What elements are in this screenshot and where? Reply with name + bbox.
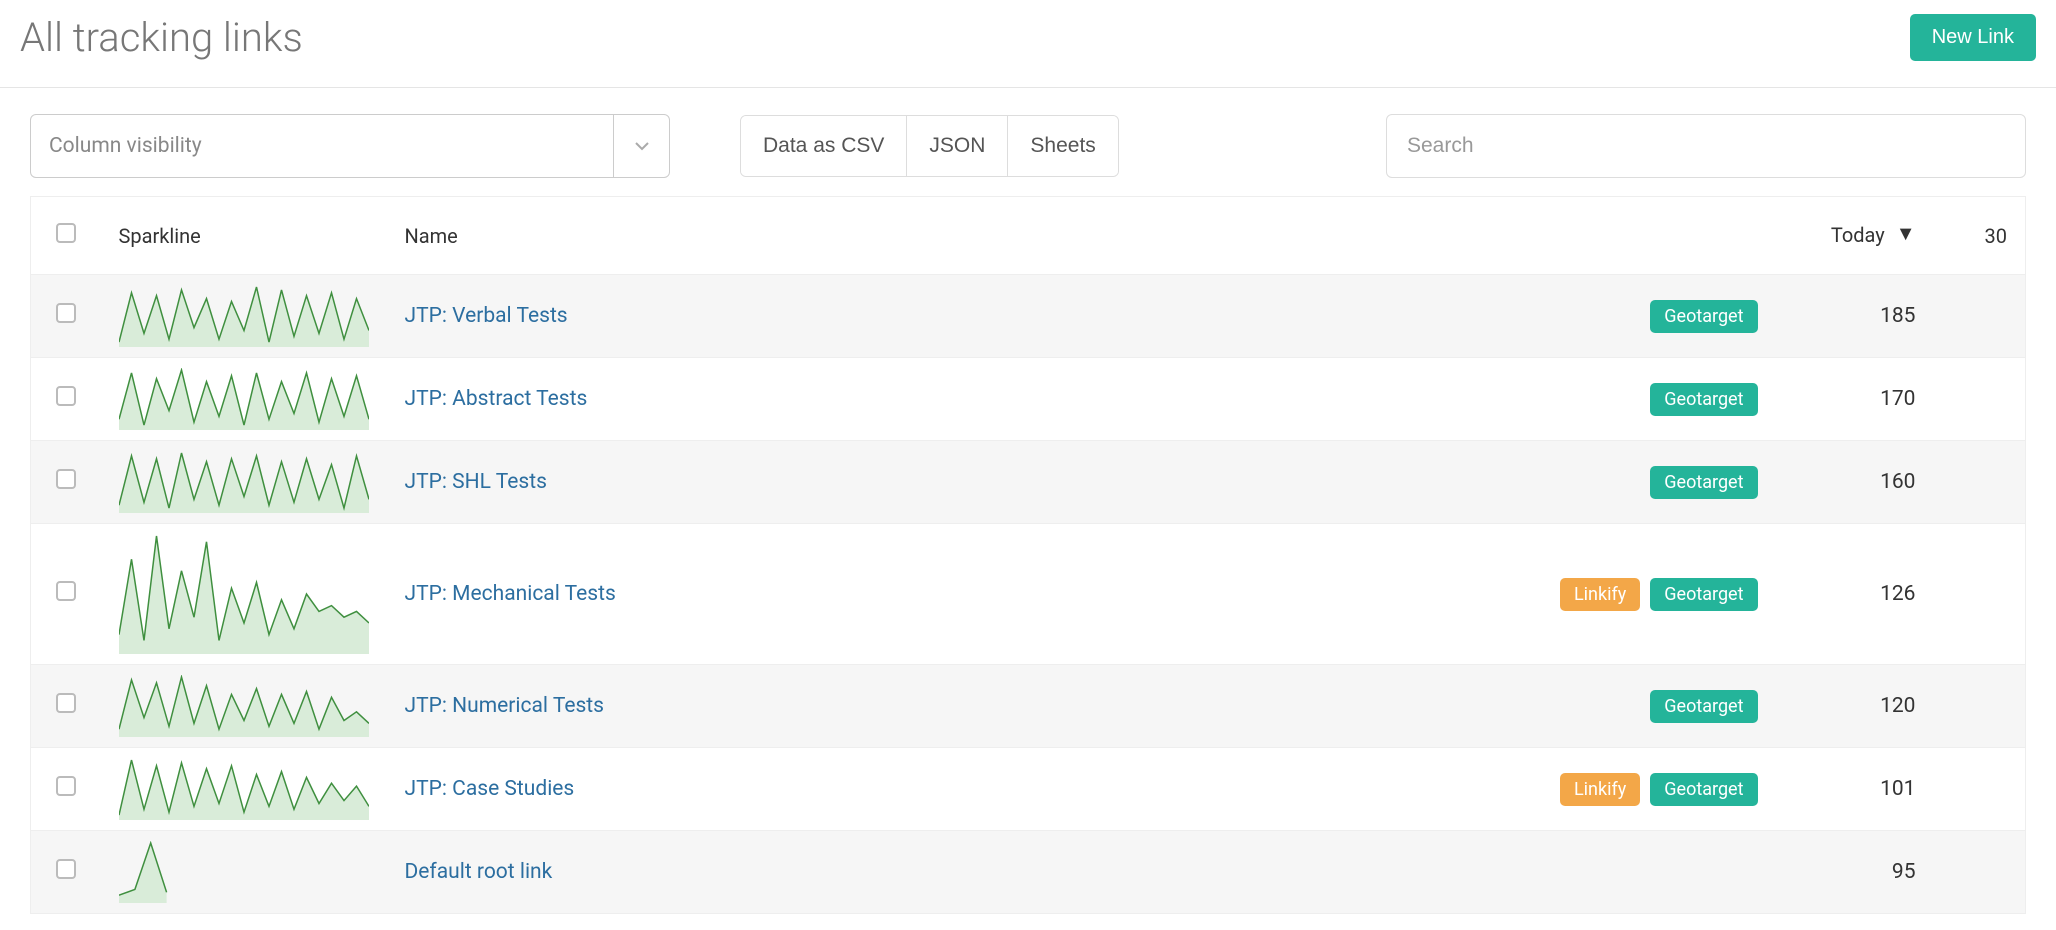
row-checkbox[interactable] <box>56 386 76 406</box>
row-checkbox-cell <box>31 748 101 831</box>
link-name[interactable]: JTP: Case Studies <box>405 777 575 801</box>
column-header-today-label: Today <box>1831 223 1885 247</box>
table-row: JTP: Case Studies Linkify Geotarget 101 <box>31 748 2026 831</box>
link-name[interactable]: JTP: Verbal Tests <box>405 304 568 328</box>
select-all-checkbox[interactable] <box>56 223 76 243</box>
row-checkbox-cell <box>31 524 101 665</box>
row-sparkline-cell <box>101 665 387 748</box>
geotarget-tag[interactable]: Geotarget <box>1650 773 1757 806</box>
sparkline-chart <box>119 841 369 903</box>
row-checkbox-cell <box>31 441 101 524</box>
row-checkbox[interactable] <box>56 693 76 713</box>
geotarget-tag[interactable]: Geotarget <box>1650 690 1757 723</box>
column-header-name[interactable]: Name <box>387 197 1526 275</box>
export-json-button[interactable]: JSON <box>907 116 1008 176</box>
row-checkbox[interactable] <box>56 303 76 323</box>
table-row: Default root link 95 <box>31 831 2026 914</box>
link-name[interactable]: JTP: Mechanical Tests <box>405 582 616 606</box>
row-sparkline-cell <box>101 441 387 524</box>
sparkline-chart <box>119 675 369 737</box>
row-checkbox-cell <box>31 275 101 358</box>
column-visibility-dropdown[interactable]: Column visibility <box>30 114 670 178</box>
sparkline-chart <box>119 534 369 654</box>
tracking-links-table: Sparkline Name Today ▼ 30 JTP: Verbal Te… <box>30 196 2026 914</box>
row-today-value: 101 <box>1776 748 1956 831</box>
row-today-value: 170 <box>1776 358 1956 441</box>
column-header-today[interactable]: Today ▼ <box>1776 197 1956 275</box>
row-checkbox[interactable] <box>56 859 76 879</box>
table-row: JTP: Abstract Tests Geotarget 170 <box>31 358 2026 441</box>
row-checkbox[interactable] <box>56 776 76 796</box>
row-tags-cell: Geotarget <box>1526 275 1776 358</box>
row-today-value: 185 <box>1776 275 1956 358</box>
row-30-value <box>1956 358 2026 441</box>
export-button-group: Data as CSV JSON Sheets <box>740 115 1119 177</box>
sort-desc-icon: ▼ <box>1896 221 1916 246</box>
export-sheets-button[interactable]: Sheets <box>1008 116 1117 176</box>
row-today-value: 126 <box>1776 524 1956 665</box>
row-sparkline-cell <box>101 524 387 665</box>
link-name[interactable]: JTP: Numerical Tests <box>405 694 605 718</box>
row-today-value: 95 <box>1776 831 1956 914</box>
sparkline-chart <box>119 285 369 347</box>
row-30-value <box>1956 441 2026 524</box>
row-checkbox[interactable] <box>56 469 76 489</box>
row-checkbox-cell <box>31 358 101 441</box>
link-name[interactable]: JTP: SHL Tests <box>405 470 547 494</box>
row-30-value <box>1956 524 2026 665</box>
row-today-value: 120 <box>1776 665 1956 748</box>
row-checkbox-cell <box>31 665 101 748</box>
row-today-value: 160 <box>1776 441 1956 524</box>
sparkline-chart <box>119 451 369 513</box>
row-checkbox[interactable] <box>56 581 76 601</box>
row-30-value <box>1956 665 2026 748</box>
page-title: All tracking links <box>20 14 303 61</box>
geotarget-tag[interactable]: Geotarget <box>1650 578 1757 611</box>
geotarget-tag[interactable]: Geotarget <box>1650 300 1757 333</box>
row-sparkline-cell <box>101 831 387 914</box>
column-header-checkbox <box>31 197 101 275</box>
row-tags-cell: Geotarget <box>1526 665 1776 748</box>
column-visibility-label: Column visibility <box>49 134 202 158</box>
row-sparkline-cell <box>101 748 387 831</box>
row-tags-cell: Geotarget <box>1526 358 1776 441</box>
row-tags-cell <box>1526 831 1776 914</box>
linkify-tag[interactable]: Linkify <box>1560 773 1640 806</box>
column-header-sparkline[interactable]: Sparkline <box>101 197 387 275</box>
table-row: JTP: Mechanical Tests Linkify Geotarget 126 <box>31 524 2026 665</box>
row-sparkline-cell <box>101 275 387 358</box>
column-header-tags <box>1526 197 1776 275</box>
row-tags-cell: Linkify Geotarget <box>1526 748 1776 831</box>
column-header-30[interactable]: 30 <box>1956 197 2026 275</box>
row-sparkline-cell <box>101 358 387 441</box>
linkify-tag[interactable]: Linkify <box>1560 578 1640 611</box>
row-tags-cell: Geotarget <box>1526 441 1776 524</box>
table-row: JTP: Numerical Tests Geotarget 120 <box>31 665 2026 748</box>
row-30-value <box>1956 275 2026 358</box>
row-checkbox-cell <box>31 831 101 914</box>
new-link-button[interactable]: New Link <box>1910 14 2036 61</box>
search-input[interactable] <box>1386 114 2026 178</box>
sparkline-chart <box>119 368 369 430</box>
row-30-value <box>1956 748 2026 831</box>
link-name[interactable]: Default root link <box>405 860 553 884</box>
export-csv-button[interactable]: Data as CSV <box>741 116 907 176</box>
table-row: JTP: Verbal Tests Geotarget 185 <box>31 275 2026 358</box>
geotarget-tag[interactable]: Geotarget <box>1650 383 1757 416</box>
table-row: JTP: SHL Tests Geotarget 160 <box>31 441 2026 524</box>
row-30-value <box>1956 831 2026 914</box>
chevron-down-icon <box>613 115 669 177</box>
link-name[interactable]: JTP: Abstract Tests <box>405 387 588 411</box>
geotarget-tag[interactable]: Geotarget <box>1650 466 1757 499</box>
sparkline-chart <box>119 758 369 820</box>
row-tags-cell: Linkify Geotarget <box>1526 524 1776 665</box>
